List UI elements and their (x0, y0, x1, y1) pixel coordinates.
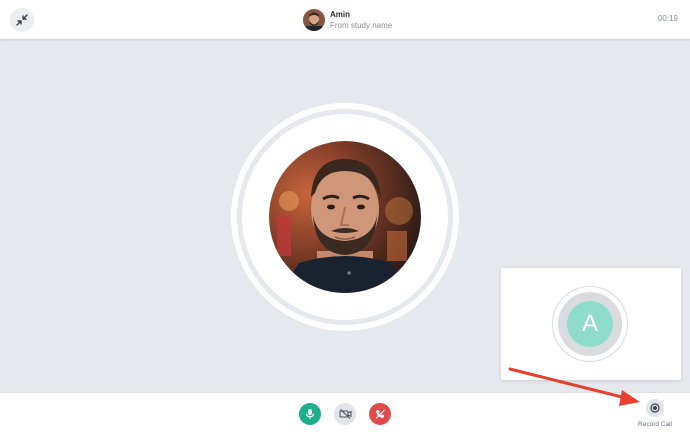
record-icon (650, 403, 660, 413)
call-timer: 00:19 (657, 14, 678, 23)
record-call-label: Record Call (638, 421, 672, 428)
caller-name: Amin (330, 10, 350, 19)
caller-info: Amin From study name (303, 8, 392, 32)
phone-hangup-icon (375, 409, 385, 419)
self-preview-tile: A (501, 268, 681, 380)
minimize-arrows-icon (16, 14, 28, 26)
call-header: Amin From study name 00:19 (0, 0, 690, 40)
toggle-camera-button[interactable] (334, 403, 356, 425)
caller-subtitle: From study name (330, 21, 393, 30)
microphone-icon (306, 409, 314, 419)
self-avatar: A (567, 301, 613, 347)
remote-participant-photo (269, 141, 421, 293)
record-call-button[interactable]: Record Call (632, 399, 678, 429)
minimize-button[interactable] (10, 8, 34, 32)
call-controls-bar: Record Call (0, 392, 690, 432)
camera-off-icon (339, 409, 351, 419)
self-avatar-ring: A (552, 286, 628, 362)
self-avatar-halo: A (558, 292, 622, 356)
end-call-button[interactable] (369, 403, 391, 425)
call-stage: A (0, 41, 690, 392)
mute-microphone-button[interactable] (299, 403, 321, 425)
caller-avatar (303, 9, 325, 31)
record-button-circle[interactable] (646, 399, 664, 417)
